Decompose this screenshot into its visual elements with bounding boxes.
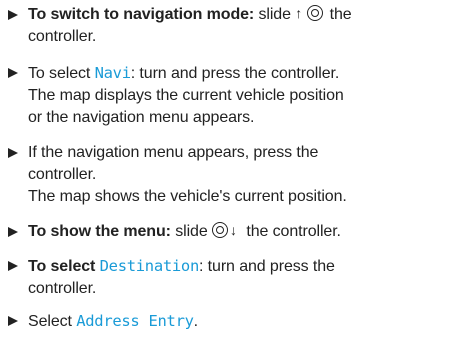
instruction-list: To switch to navigation mode: slide ↑ th… (0, 0, 464, 341)
list-item: Select Address Entry. (8, 310, 456, 333)
bullet-arrow-icon (8, 227, 18, 237)
list-item: To select Navi: turn and press the contr… (8, 62, 456, 129)
menu-item-navi: Navi (94, 64, 131, 82)
menu-item-destination: Destination (99, 257, 200, 275)
bullet-arrow-icon (8, 261, 18, 271)
menu-item-address-entry: Address Entry (76, 312, 194, 330)
bullet-arrow-icon (8, 316, 18, 326)
bullet-arrow-icon (8, 68, 18, 78)
list-item: To switch to navigation mode: slide ↑ th… (8, 4, 456, 48)
step-heading: To select (28, 258, 100, 275)
controller-slide-down-icon: ↓ (212, 222, 242, 238)
list-item: To show the menu: slide ↓ the controller… (8, 221, 456, 243)
bullet-arrow-icon (8, 148, 18, 158)
list-item: To select Destination: turn and press th… (8, 255, 456, 300)
bullet-arrow-icon (8, 10, 18, 20)
step-heading: To show the menu: (28, 223, 171, 240)
list-item: If the navigation menu appears, press th… (8, 142, 456, 208)
step-heading: To switch to navigation mode: (28, 6, 255, 23)
controller-slide-up-icon: ↑ (295, 5, 325, 21)
